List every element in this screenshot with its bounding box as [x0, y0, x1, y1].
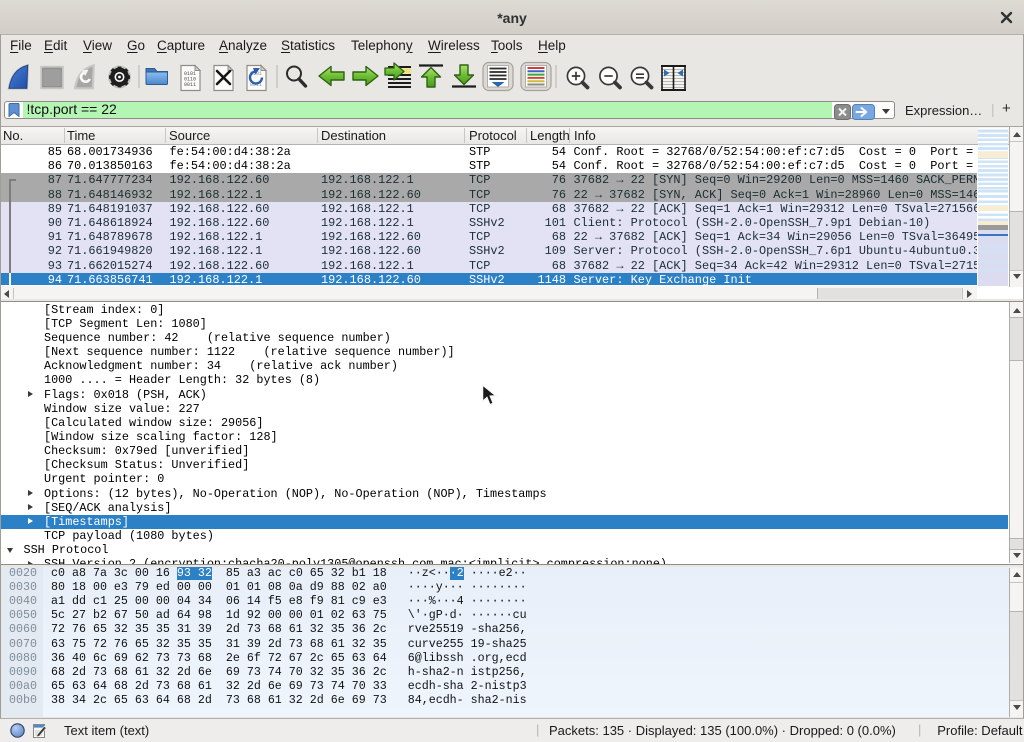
- svg-text:0011: 0011: [184, 82, 196, 88]
